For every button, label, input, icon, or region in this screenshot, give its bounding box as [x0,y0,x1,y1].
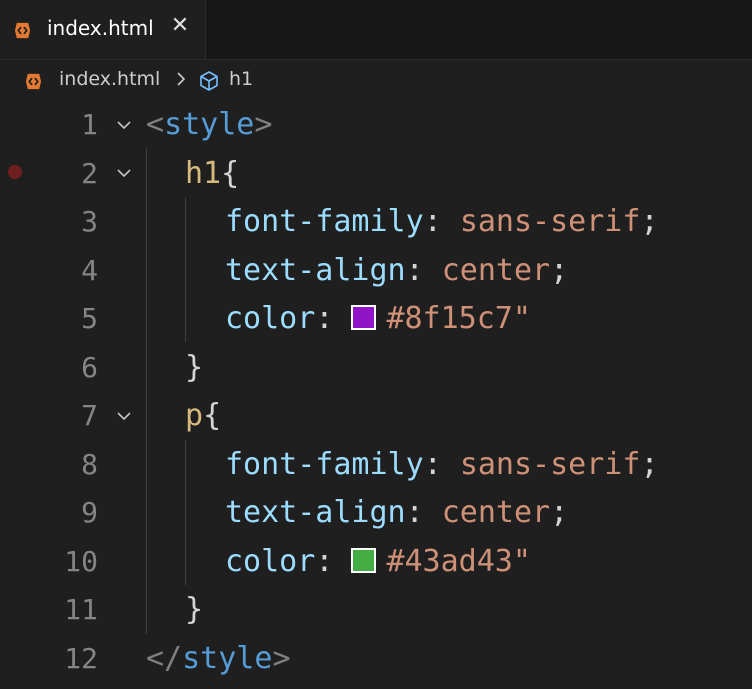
tab-bar: index.html ✕ [0,0,752,60]
html-file-icon [25,73,42,90]
color-swatch[interactable] [351,548,377,573]
code-line[interactable]: font-family: sans-serif; [225,447,659,483]
semicolon: ; [550,253,569,288]
symbol-cube-icon [200,71,218,91]
chevron-down-icon[interactable] [113,114,135,136]
chevron-down-icon[interactable] [113,162,135,184]
code-line[interactable]: p{ [185,398,221,434]
semicolon: ; [640,204,659,239]
color-swatch[interactable] [351,305,377,330]
code-line[interactable]: text-align: center; [225,495,568,531]
open-brace: { [203,398,222,433]
close-icon[interactable]: ✕ [170,15,190,37]
line-number: 7 [81,399,98,432]
tag-name: style [182,641,273,676]
line-number: 10 [64,545,98,578]
chevron-down-icon[interactable] [113,405,135,427]
css-selector: h1 [185,156,222,191]
code-line[interactable]: color: #8f15c7" [225,301,531,337]
close-brace: } [185,592,204,627]
line-number: 3 [81,205,98,238]
line-number: 11 [64,593,98,626]
css-property: font-family [225,447,424,482]
css-selector: p [185,398,204,433]
indent-guide [185,197,186,342]
semicolon: ; [640,447,659,482]
html-file-icon [14,22,31,39]
tag-open-bracket: < [146,107,165,142]
colon: : [423,204,460,239]
tab-title: index.html [47,16,154,40]
colon: : [315,301,352,336]
code-line[interactable]: color: #43ad43" [225,544,531,580]
code-line[interactable]: font-family: sans-serif; [225,204,659,240]
indent-guide [146,148,147,634]
breadcrumb-file[interactable]: index.html [59,68,160,90]
code-line[interactable]: </style> [146,641,291,677]
line-number: 5 [81,302,98,335]
css-value: center [441,253,551,288]
css-value: center [441,495,551,530]
code-line[interactable]: h1{ [185,156,239,192]
colon: : [405,495,442,530]
colon: : [405,253,442,288]
css-property: color [225,544,316,579]
colon: : [315,544,352,579]
tag-open-bracket: </ [146,641,183,676]
line-number: 6 [81,351,98,384]
css-value: sans-serif [459,204,641,239]
css-property: text-align [225,253,406,288]
code-line[interactable]: <style> [146,107,272,143]
css-value: #8f15c7" [386,301,531,336]
css-property: font-family [225,204,424,239]
css-value: #43ad43" [386,544,531,579]
tag-close-bracket: > [272,641,291,676]
css-value: sans-serif [459,447,641,482]
line-number: 9 [81,496,98,529]
open-brace: { [221,156,240,191]
line-number: 1 [81,108,98,141]
close-brace: } [185,350,204,385]
tab-index-html[interactable]: index.html ✕ [0,0,206,59]
tag-close-bracket: > [254,107,273,142]
code-line[interactable]: } [185,350,203,386]
line-number: 12 [64,642,98,675]
tag-name: style [164,107,255,142]
chevron-right-icon [177,72,186,86]
colon: : [423,447,460,482]
semicolon: ; [550,495,569,530]
css-property: color [225,301,316,336]
code-line[interactable]: } [185,592,203,628]
line-number: 2 [81,157,98,190]
indent-guide [185,440,186,585]
line-number: 8 [81,448,98,481]
breadcrumb-symbol[interactable]: h1 [229,68,253,90]
line-number: 4 [81,254,98,287]
code-line[interactable]: text-align: center; [225,253,568,289]
css-property: text-align [225,495,406,530]
